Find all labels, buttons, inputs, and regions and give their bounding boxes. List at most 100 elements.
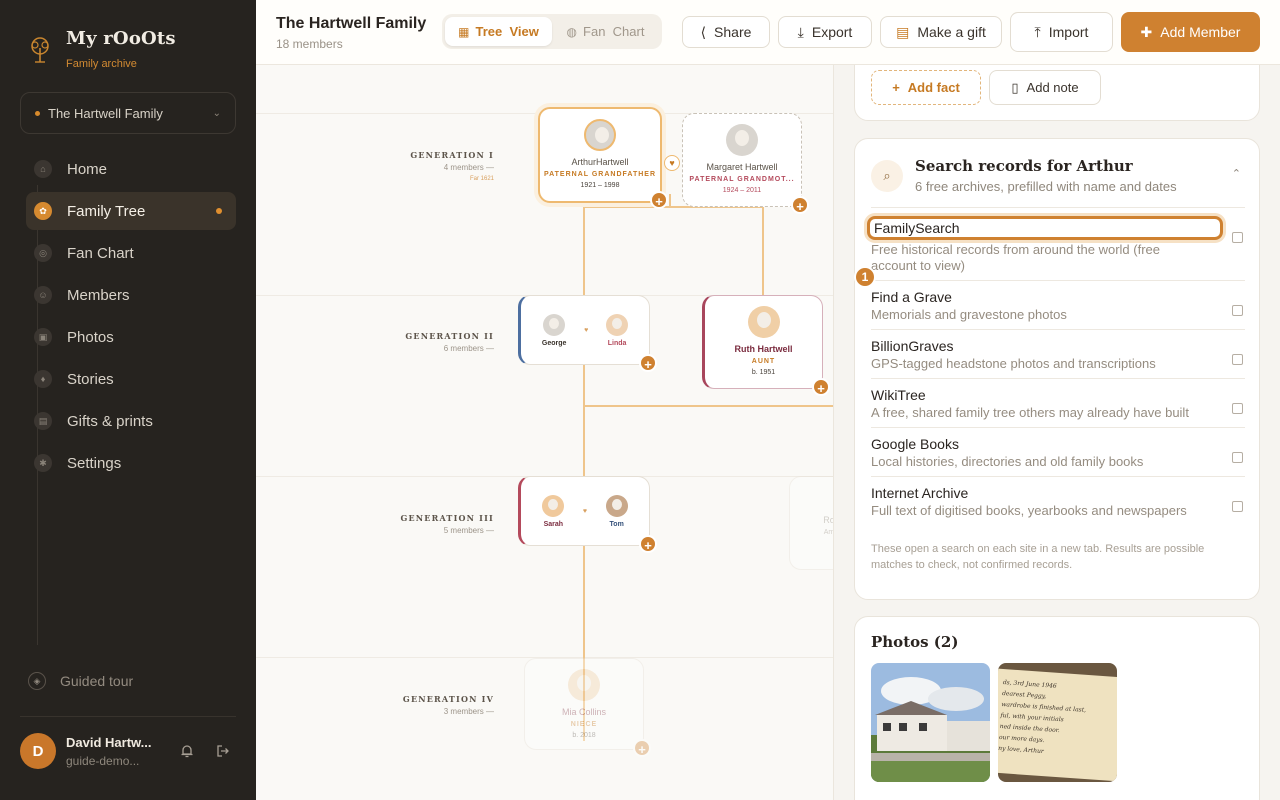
brand[interactable]: My rOoOts Family archive — [26, 28, 176, 70]
record-source-desc: Local histories, directories and old fam… — [871, 454, 1144, 469]
home-icon: ⌂ — [34, 160, 52, 178]
external-link-icon — [1232, 403, 1243, 414]
sidebar-item-photos[interactable]: ▣ Photos — [26, 318, 236, 356]
tab-fan-chart[interactable]: ◍ Fan Chart — [552, 17, 659, 46]
tab-label: Fan Chart — [583, 24, 645, 39]
sidebar-item-members[interactable]: ☺ Members — [26, 276, 236, 314]
external-link-icon — [1232, 305, 1243, 316]
family-selector[interactable]: The Hartwell Family ⌄ — [20, 92, 236, 134]
settings-icon: ✱ — [34, 454, 52, 472]
tab-tree-view[interactable]: ▦ Tree View — [445, 17, 552, 46]
members-icon: ☺ — [34, 286, 52, 304]
person-linda[interactable]: Linda — [606, 313, 629, 347]
add-relative-button[interactable]: + — [791, 196, 809, 214]
logout-icon[interactable] — [216, 744, 230, 758]
add-relative-button[interactable]: + — [812, 378, 830, 396]
search-records-header[interactable]: ⌕ Search records for Arthur 6 free archi… — [871, 157, 1177, 194]
active-indicator — [216, 208, 222, 214]
brand-name: My rOoOts — [66, 28, 176, 49]
gift-icon: ▤ — [896, 23, 910, 40]
person-card-arthur[interactable]: ArthurHartwell PATERNAL GRANDFATHER 1921… — [538, 107, 668, 209]
record-source-wikitree[interactable]: WikiTree A free, shared family tree othe… — [871, 378, 1245, 427]
generation-label-4: GENERATION IV 3 members — — [256, 694, 494, 716]
person-card-margaret[interactable]: Margaret Hartwell PATERNAL GRANDMOT... 1… — [682, 113, 809, 214]
record-source-desc: Free historical records from around the … — [871, 242, 1161, 273]
search-records-subtitle: 6 free archives, prefilled with name and… — [915, 179, 1177, 194]
grid-icon: ▦ — [458, 24, 470, 39]
sidebar-nav: ⌂ Home ✿ Family Tree ◎ Fan Chart ☺ Membe… — [26, 150, 236, 486]
record-source-billiongraves[interactable]: BillionGraves GPS-tagged headstone photo… — [871, 329, 1245, 378]
generation-count: 6 members — — [443, 344, 494, 353]
person-name: ArthurHartwell — [571, 157, 629, 167]
tab-label: Tree View — [475, 24, 539, 39]
photo-thumbnail-house[interactable] — [871, 663, 990, 782]
guided-tour-button[interactable]: ◈ Guided tour — [28, 672, 133, 690]
download-icon: ⤓ — [797, 23, 804, 40]
export-button[interactable]: ⤓ Export — [778, 16, 872, 48]
portrait-photo — [568, 669, 600, 701]
add-note-button[interactable]: ▯ Add note — [989, 70, 1101, 105]
sidebar-item-label: Fan Chart — [67, 244, 134, 262]
photo-thumbnail-letter[interactable]: ds, 3rd June 1946 dearest Peggy, wardrob… — [998, 663, 1117, 782]
import-label: Import — [1048, 24, 1089, 40]
person-tom[interactable]: Tom — [605, 494, 628, 528]
sidebar-item-home[interactable]: ⌂ Home — [26, 150, 236, 188]
generation-label-2: GENERATION II 6 members — — [256, 331, 494, 353]
tree-canvas[interactable]: GENERATION I 4 members — Far 1621 GENERA… — [256, 65, 833, 800]
record-source-findagrave[interactable]: Find a Grave Memorials and gravestone ph… — [871, 280, 1245, 329]
generation-count: 4 members — — [443, 163, 494, 172]
make-gift-button[interactable]: ▤ Make a gift — [880, 16, 1002, 48]
sidebar-item-label: Stories — [67, 370, 114, 388]
share-label: Share — [714, 24, 752, 40]
person-role: NIECE — [570, 721, 598, 728]
add-relative-button[interactable]: + — [639, 354, 657, 372]
user-profile[interactable]: D David Hartw... guide-demo... — [20, 733, 236, 769]
record-source-familysearch[interactable]: FamilySearch Free historical records fro… — [867, 207, 1245, 280]
sidebar-item-gifts[interactable]: ▤ Gifts & prints — [26, 402, 236, 440]
view-toggle: ▦ Tree View ◍ Fan Chart — [442, 14, 662, 49]
person-dates: 1921 – 1998 — [580, 182, 620, 189]
portrait-photo — [747, 306, 780, 338]
add-relative-button[interactable]: + — [650, 191, 668, 209]
heart-icon: ♥ — [664, 155, 680, 171]
record-source-googlebooks[interactable]: Google Books Local histories, directorie… — [871, 427, 1245, 476]
heart-icon: ♥ — [582, 507, 588, 515]
add-relative-button[interactable]: + — [639, 535, 657, 553]
person-george[interactable]: George — [542, 313, 566, 347]
fan-chart-icon: ◎ — [34, 244, 52, 262]
facts-card: + Add fact ▯ Add note — [854, 65, 1260, 121]
person-card-ruth[interactable]: Ruth Hartwell AUNT b. 1951 + — [702, 295, 830, 396]
person-name: Ruth Hartwell — [734, 344, 793, 354]
note-icon: ▯ — [1011, 79, 1019, 95]
family-dot-icon — [35, 110, 40, 116]
sidebar-item-label: Family Tree — [67, 202, 146, 220]
generation-label-1: GENERATION I 4 members — Far 1621 — [256, 150, 494, 182]
couple-card-george-linda[interactable]: George ♥ Linda + — [518, 295, 657, 372]
add-member-button[interactable]: ✚ Add Member — [1121, 12, 1260, 52]
generation-title: GENERATION III — [400, 513, 494, 523]
person-name: Ro — [823, 515, 833, 525]
person-card-faded[interactable]: Ro Am — [789, 476, 833, 570]
generation-title: GENERATION II — [405, 331, 494, 341]
import-button[interactable]: ⤒ Import — [1010, 12, 1113, 52]
sidebar-item-settings[interactable]: ✱ Settings — [26, 444, 236, 482]
person-role: AUNT — [751, 358, 776, 365]
bell-icon[interactable] — [180, 744, 194, 758]
sidebar-item-stories[interactable]: ♦ Stories — [26, 360, 236, 398]
chevron-up-icon[interactable]: ⌃ — [1232, 167, 1241, 180]
sidebar-item-fan-chart[interactable]: ◎ Fan Chart — [26, 234, 236, 272]
search-records-card: ⌕ Search records for Arthur 6 free archi… — [854, 138, 1260, 600]
photos-title: Photos (2) — [871, 633, 959, 651]
couple-card-sarah-tom[interactable]: Sarah ♥ Tom + — [518, 476, 657, 553]
add-relative-button[interactable]: + — [633, 739, 651, 757]
add-fact-button[interactable]: + Add fact — [871, 70, 981, 105]
add-user-icon: ✚ — [1140, 23, 1153, 40]
sidebar-item-family-tree[interactable]: ✿ Family Tree — [26, 192, 236, 230]
person-sarah[interactable]: Sarah — [542, 494, 565, 528]
person-card-mia[interactable]: Mia Collins NIECE b. 2018 + — [524, 658, 651, 757]
family-selector-label: The Hartwell Family — [48, 105, 163, 121]
record-source-internetarchive[interactable]: Internet Archive Full text of digitised … — [871, 476, 1245, 525]
share-button[interactable]: ⟨ Share — [682, 16, 770, 48]
record-sources-list: FamilySearch Free historical records fro… — [867, 207, 1245, 573]
photos-card: Photos (2) ds, 3rd June 1946 dearest Peg… — [854, 616, 1260, 800]
